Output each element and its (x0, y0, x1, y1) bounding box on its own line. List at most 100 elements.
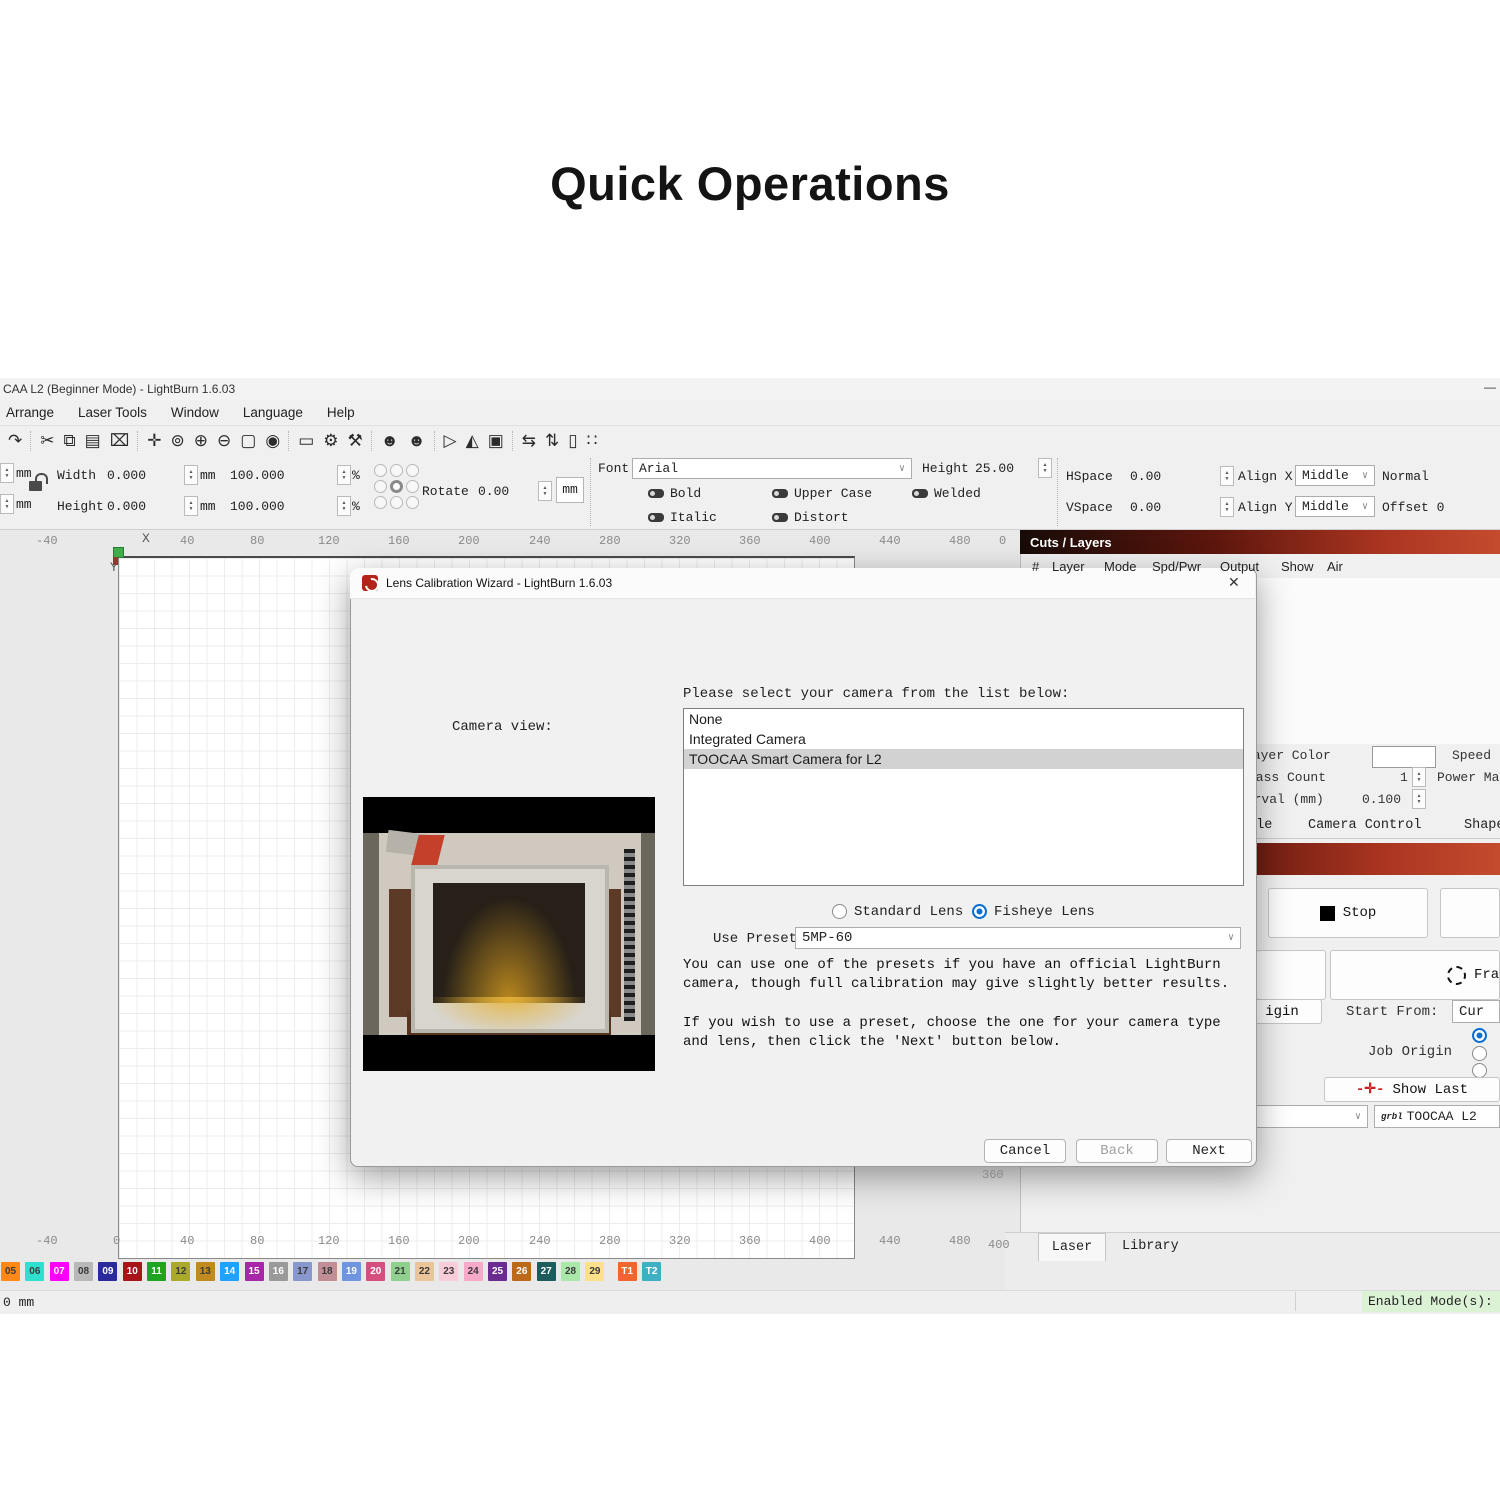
palette-chip-11[interactable]: 11 (147, 1262, 166, 1281)
camera-list-item-2[interactable]: TOOCAA Smart Camera for L2 (684, 749, 1243, 769)
users-icon[interactable]: ☻ (381, 431, 399, 451)
rotate-spinner[interactable]: ▲▼ (538, 481, 552, 501)
device-tools-icon[interactable]: ⚒ (348, 431, 363, 451)
rotate-value[interactable]: 0.00 (478, 484, 509, 499)
delete-icon[interactable]: ⌧ (110, 431, 130, 451)
palette-chip-07[interactable]: 07 (50, 1262, 69, 1281)
pan-icon[interactable]: ✛ (147, 431, 161, 451)
font-combobox[interactable]: Arial∨ (632, 458, 912, 479)
home-button[interactable] (1256, 950, 1326, 1000)
palette-chip-T2[interactable]: T2 (642, 1262, 661, 1281)
cancel-button[interactable]: Cancel (984, 1139, 1066, 1163)
palette-chip-08[interactable]: 08 (74, 1262, 93, 1281)
vspace-value[interactable]: 0.00 (1130, 500, 1161, 515)
spinner-down-icon[interactable]: ▼ (189, 506, 194, 512)
distort-toggle[interactable]: Distort (772, 510, 849, 525)
spinner-down-icon[interactable]: ▼ (1043, 468, 1048, 474)
palette-chip-20[interactable]: 20 (366, 1262, 385, 1281)
palette-chip-16[interactable]: 16 (269, 1262, 288, 1281)
pass-count-spinner[interactable]: ▲▼ (1412, 767, 1426, 787)
menu-item-laser-tools[interactable]: Laser Tools (78, 405, 147, 420)
width-spinner[interactable]: ▲▼ (184, 465, 198, 485)
palette-chip-15[interactable]: 15 (245, 1262, 264, 1281)
palette-chip-18[interactable]: 18 (318, 1262, 337, 1281)
menu-item-window[interactable]: Window (171, 405, 219, 420)
font-height-value[interactable]: 25.00 (975, 461, 1014, 476)
standard-lens-radio[interactable] (832, 904, 847, 919)
mirror-icon[interactable]: ◭ (466, 431, 479, 451)
units-button[interactable]: mm (556, 477, 584, 503)
palette-chip-10[interactable]: 10 (123, 1262, 142, 1281)
menu-item-arrange[interactable]: Arrange (6, 405, 54, 420)
weld-mode-value[interactable]: Normal (1382, 469, 1429, 484)
close-icon[interactable]: ✕ (1228, 574, 1240, 591)
palette-chip-14[interactable]: 14 (220, 1262, 239, 1281)
pause-button[interactable] (1440, 888, 1500, 938)
back-button[interactable]: Back (1076, 1139, 1158, 1163)
snap-icon[interactable]: ∷ (587, 431, 598, 451)
height-pct-spinner[interactable]: ▲▼ (337, 496, 351, 516)
uppercase-toggle[interactable]: Upper Case (772, 486, 872, 501)
cuts-layers-header[interactable]: Cuts / Layers (1020, 530, 1500, 554)
settings-icon[interactable]: ⚙ (323, 431, 338, 451)
spinner-down-icon[interactable]: ▼ (189, 475, 194, 481)
palette-chip-T1[interactable]: T1 (618, 1262, 637, 1281)
italic-toggle[interactable]: Italic (648, 510, 717, 525)
height-pct-value[interactable]: 100.000 (230, 499, 285, 514)
redo-icon[interactable]: ↷ (8, 431, 22, 451)
device-profile-combobox[interactable]: ∨ (1240, 1105, 1368, 1128)
send-icon[interactable]: ▷ (444, 431, 457, 451)
zoom-out-icon[interactable]: ⊖ (217, 431, 231, 451)
spinner-down-icon[interactable]: ▼ (1417, 777, 1422, 783)
preview-icon[interactable]: ▭ (298, 431, 314, 451)
palette-chip-19[interactable]: 19 (342, 1262, 361, 1281)
hspace-value[interactable]: 0.00 (1130, 469, 1161, 484)
camera-list-item-0[interactable]: None (684, 709, 1243, 729)
bold-toggle[interactable]: Bold (648, 486, 701, 501)
palette-chip-22[interactable]: 22 (415, 1262, 434, 1281)
spinner-down-icon[interactable]: ▼ (342, 506, 347, 512)
ypos-spinner[interactable]: ▲▼ (0, 494, 14, 514)
palette-chip-21[interactable]: 21 (391, 1262, 410, 1281)
start-from-combobox[interactable]: Cur (1452, 1000, 1500, 1023)
height-spinner[interactable]: ▲▼ (184, 496, 198, 516)
spinner-down-icon[interactable]: ▼ (1225, 507, 1230, 513)
palette-chip-13[interactable]: 13 (196, 1262, 215, 1281)
preset-combobox[interactable]: 5MP-60∨ (795, 927, 1241, 949)
welded-toggle[interactable]: Welded (912, 486, 981, 501)
interval-value[interactable]: 0.100 (1362, 792, 1401, 807)
offset-value[interactable]: Offset 0 (1382, 500, 1444, 515)
show-last-button[interactable]: -✛- Show Last (1324, 1077, 1500, 1102)
height-value[interactable]: 0.000 (107, 499, 146, 514)
zoom-tofit-icon[interactable]: ⊚ (171, 431, 185, 451)
palette-chip-06[interactable]: 06 (25, 1262, 44, 1281)
menu-item-help[interactable]: Help (327, 405, 355, 420)
hspace-spinner[interactable]: ▲▼ (1220, 466, 1234, 486)
dock-icon[interactable]: ▯ (568, 431, 577, 451)
distribute-v-icon[interactable]: ⇅ (545, 431, 559, 451)
job-origin-radio-bottom[interactable] (1472, 1063, 1487, 1078)
spinner-down-icon[interactable]: ▼ (1225, 476, 1230, 482)
anchor-grid[interactable] (374, 464, 418, 508)
tab-library[interactable]: Library (1122, 1239, 1179, 1254)
xpos-spinner[interactable]: ▲▼ (0, 463, 14, 483)
job-origin-radio-middle[interactable] (1472, 1046, 1487, 1061)
cut-icon[interactable]: ✂ (40, 431, 54, 451)
fisheye-lens-radio[interactable] (972, 904, 987, 919)
palette-chip-23[interactable]: 23 (439, 1262, 458, 1281)
alignx-combobox[interactable]: Middle∨ (1295, 465, 1375, 486)
pass-count-value[interactable]: 1 (1400, 770, 1408, 785)
tab-laser[interactable]: Laser (1038, 1233, 1106, 1261)
device-combobox[interactable]: grbl TOOCAA L2 (1374, 1105, 1500, 1128)
align-icon[interactable]: ▣ (488, 431, 504, 451)
menu-item-language[interactable]: Language (243, 405, 303, 420)
stop-button[interactable]: Stop (1268, 888, 1428, 938)
minimize-button[interactable]: — (1484, 380, 1496, 394)
zoom-in-icon[interactable]: ⊕ (194, 431, 208, 451)
user-icon[interactable]: ☻ (408, 431, 426, 451)
palette-chip-17[interactable]: 17 (293, 1262, 312, 1281)
standard-lens-label[interactable]: Standard Lens (854, 904, 963, 920)
fisheye-lens-label[interactable]: Fisheye Lens (994, 904, 1095, 920)
aligny-combobox[interactable]: Middle∨ (1295, 496, 1375, 517)
copy-icon[interactable]: ⧉ (64, 431, 76, 451)
